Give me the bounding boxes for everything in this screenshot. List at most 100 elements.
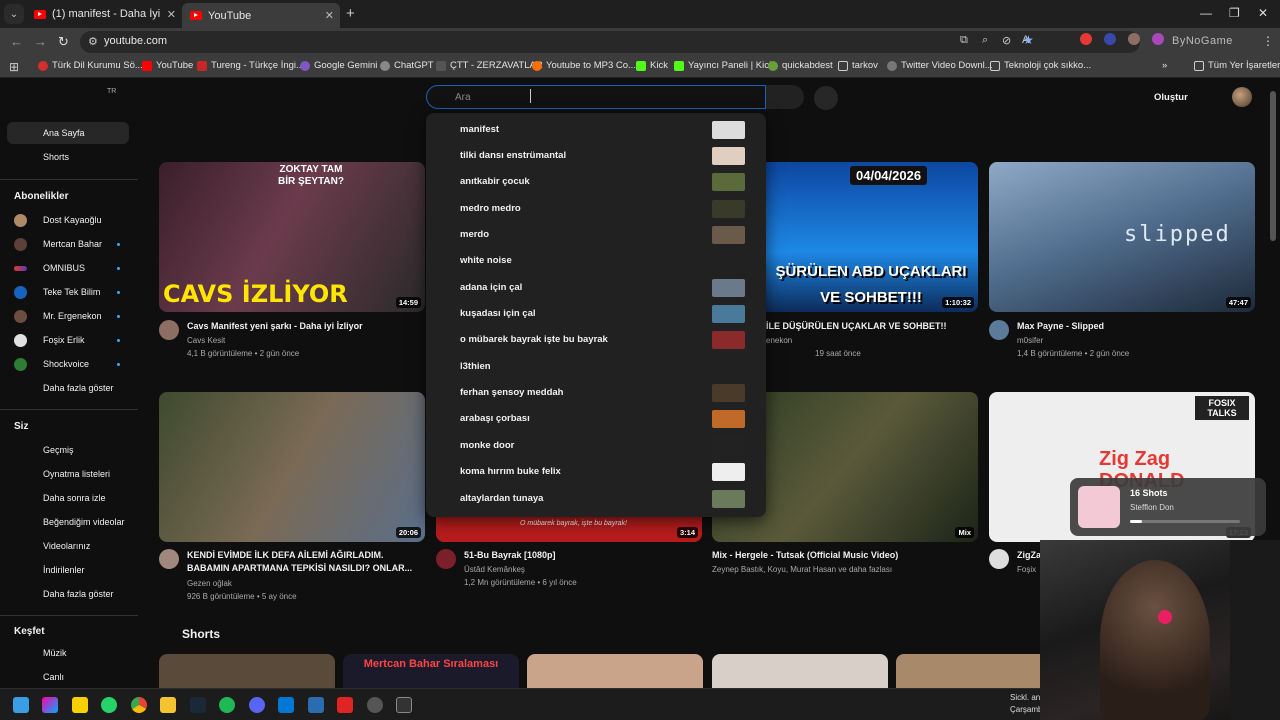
minimize-icon[interactable]: — — [1200, 6, 1212, 20]
discord-icon[interactable] — [249, 697, 265, 713]
sidebar-item-playlists[interactable]: Oynatma listeleri — [7, 463, 129, 485]
bookmark-tureng[interactable]: Tureng - Türkçe İngi... — [197, 60, 304, 71]
bookmark-teknoloji[interactable]: Teknoloji çok sıkko... — [990, 60, 1091, 71]
close-window-icon[interactable]: ✕ — [1258, 6, 1268, 20]
sidebar-show-more-you[interactable]: Daha fazla göster — [7, 583, 129, 605]
apps-grid-icon[interactable]: ⊞ — [9, 60, 19, 74]
voice-search-button[interactable] — [814, 86, 838, 110]
channel-name[interactable]: enekon — [766, 334, 792, 347]
suggestion-item[interactable]: ferhan şensoy meddah — [426, 380, 766, 406]
suggestion-item[interactable]: l3thien — [426, 354, 766, 380]
extension-icon[interactable] — [1128, 33, 1140, 45]
reload-icon[interactable]: ↻ — [58, 34, 69, 50]
video-title[interactable]: Mix - Hergele - Tutsak (Official Music V… — [712, 549, 952, 562]
chrome-menu-icon[interactable]: ⋮ — [1262, 34, 1274, 48]
site-info-icon[interactable]: ⚙ — [88, 35, 98, 48]
sticky-notes-icon[interactable] — [72, 697, 88, 713]
channel-name[interactable]: Cavs Kesit — [187, 334, 225, 347]
channel-name[interactable]: Foşix — [1017, 563, 1036, 576]
new-tab-icon[interactable]: + — [346, 5, 355, 22]
suggestion-item[interactable]: adana için çal — [426, 275, 766, 301]
tray-date[interactable]: Çarşamb — [1010, 705, 1042, 714]
sidebar-sub-dost[interactable]: Dost Kayaoğlu — [14, 209, 132, 231]
browser-tab-manifest[interactable]: (1) manifest - Daha İyi | Official ✕ — [26, 3, 182, 25]
all-bookmarks-button[interactable]: Tüm Yer İşaretleri — [1194, 60, 1280, 71]
suggestion-item[interactable]: medro medro — [426, 196, 766, 222]
close-tab-icon[interactable]: ✕ — [325, 9, 334, 22]
video-title[interactable]: Max Payne - Slipped — [1017, 320, 1257, 333]
channel-name[interactable]: m0sifer — [1017, 334, 1043, 347]
restore-icon[interactable]: ❐ — [1229, 6, 1240, 20]
bookmark-chatgpt[interactable]: ChatGPT — [380, 60, 434, 71]
sidebar-sub-ergenekon[interactable]: Mr. Ergenekon — [14, 305, 132, 327]
obs-icon[interactable] — [367, 697, 383, 713]
create-button[interactable]: Oluştur — [1154, 92, 1188, 103]
sidebar-item-history[interactable]: Geçmiş — [7, 439, 129, 461]
video-thumbnail[interactable]: 20:06 — [159, 392, 425, 542]
sidebar-item-downloads[interactable]: İndirilenler — [7, 559, 129, 581]
sidebar-item-music[interactable]: Müzik — [7, 642, 129, 664]
bookmark-tarkov[interactable]: tarkov — [838, 60, 878, 71]
bookmark-yt-mp3[interactable]: Youtube to MP3 Co... — [532, 60, 636, 71]
now-playing-notification[interactable]: 16 Shots Stefflon Don — [1070, 478, 1266, 536]
short-thumbnail[interactable] — [712, 654, 888, 688]
spotify-icon[interactable] — [219, 697, 235, 713]
bynogame-extension[interactable]: ByNoGame — [1172, 35, 1233, 47]
chrome-icon[interactable] — [131, 697, 147, 713]
video-title[interactable]: İLE DÜŞÜRÜLEN UÇAKLAR VE SOHBET!! — [766, 320, 1006, 333]
suggestion-item[interactable]: monke door — [426, 433, 766, 459]
back-icon[interactable]: ← — [10, 34, 23, 49]
suggestion-item[interactable]: o mübarek bayrak işte bu bayrak — [426, 327, 766, 353]
suggestion-item[interactable]: arabaşı çorbası — [426, 406, 766, 432]
bookmark-gemini[interactable]: Google Gemini — [300, 60, 377, 71]
bookmark-tdk[interactable]: Türk Dil Kurumu Sö... — [38, 60, 143, 71]
channel-avatar[interactable] — [989, 320, 1009, 340]
search-button[interactable] — [766, 85, 804, 109]
sidebar-item-liked[interactable]: Beğendiğim videolar — [7, 511, 129, 533]
cast-icon[interactable]: ⧉ — [960, 34, 968, 47]
video-thumbnail[interactable]: ZOKTAY TAM BİR ŞEYTAN? CAVS İZLİYOR 14:5… — [159, 162, 425, 312]
acrobat-icon[interactable] — [337, 697, 353, 713]
channel-avatar[interactable] — [989, 549, 1009, 569]
file-explorer-icon[interactable] — [160, 697, 176, 713]
channel-avatar[interactable] — [159, 320, 179, 340]
suggestion-item[interactable]: koma hırrım buke felix — [426, 459, 766, 485]
channel-avatar[interactable] — [159, 549, 179, 569]
extension-icon[interactable] — [1152, 33, 1164, 45]
sidebar-item-home[interactable]: Ana Sayfa — [7, 122, 129, 144]
whatsapp-icon[interactable] — [101, 697, 117, 713]
channel-avatar[interactable] — [436, 549, 456, 569]
forward-icon[interactable]: → — [34, 34, 47, 49]
suggestion-item[interactable]: kuşadası için çal — [426, 301, 766, 327]
copilot-icon[interactable] — [42, 697, 58, 713]
suggestion-item[interactable]: merdo — [426, 222, 766, 248]
sidebar-sub-omnibus[interactable]: OMNIBUS — [14, 257, 132, 279]
bookmark-twitter-dl[interactable]: Twitter Video Downl... — [887, 60, 993, 71]
avatar[interactable] — [1232, 87, 1252, 107]
bookmark-youtube[interactable]: YouTube — [142, 60, 193, 71]
bookmark-quickabdest[interactable]: quickabdest — [768, 60, 833, 71]
bookmark-kick[interactable]: Kick — [636, 60, 668, 71]
sidebar-item-shorts[interactable]: Shorts — [7, 146, 129, 168]
sidebar-show-more[interactable]: Daha fazla göster — [7, 377, 129, 399]
video-title[interactable]: 51-Bu Bayrak [1080p] — [464, 549, 704, 562]
video-title[interactable]: Cavs Manifest yeni şarkı - Daha iyi İzli… — [187, 320, 427, 333]
sidebar-sub-fosix[interactable]: Foşix Erlik — [14, 329, 132, 351]
video-title[interactable]: KENDİ EVİMDE İLK DEFA AİLEMİ AĞIRLADIM. … — [187, 549, 423, 575]
hide-icon[interactable]: ⊘ — [1002, 34, 1011, 47]
video-thumbnail[interactable]: slipped 47:47 — [989, 162, 1255, 312]
extension-icon[interactable] — [1080, 33, 1092, 45]
suggestion-item[interactable]: tilki dansı enstrümantal — [426, 143, 766, 169]
bookmark-kick-panel[interactable]: Yayıncı Paneli | Kick — [674, 60, 774, 71]
windows-start-icon[interactable] — [13, 697, 29, 713]
scrollbar[interactable] — [1270, 91, 1276, 241]
channel-name[interactable]: Zeynep Bastık, Koyu, Murat Hasan ve daha… — [712, 563, 892, 576]
short-thumbnail[interactable] — [527, 654, 703, 688]
suggestion-item[interactable]: white noise — [426, 248, 766, 274]
sidebar-sub-mertcan[interactable]: Mertcan Bahar — [14, 233, 132, 255]
bookmarks-overflow-button[interactable]: » — [1162, 60, 1167, 71]
channel-name[interactable]: Üstâd Kemânkeş — [464, 563, 525, 576]
channel-name[interactable]: Gezen oğlak — [187, 577, 232, 590]
close-tab-icon[interactable]: ✕ — [167, 8, 176, 21]
suggestion-item[interactable]: manifest — [426, 117, 766, 143]
